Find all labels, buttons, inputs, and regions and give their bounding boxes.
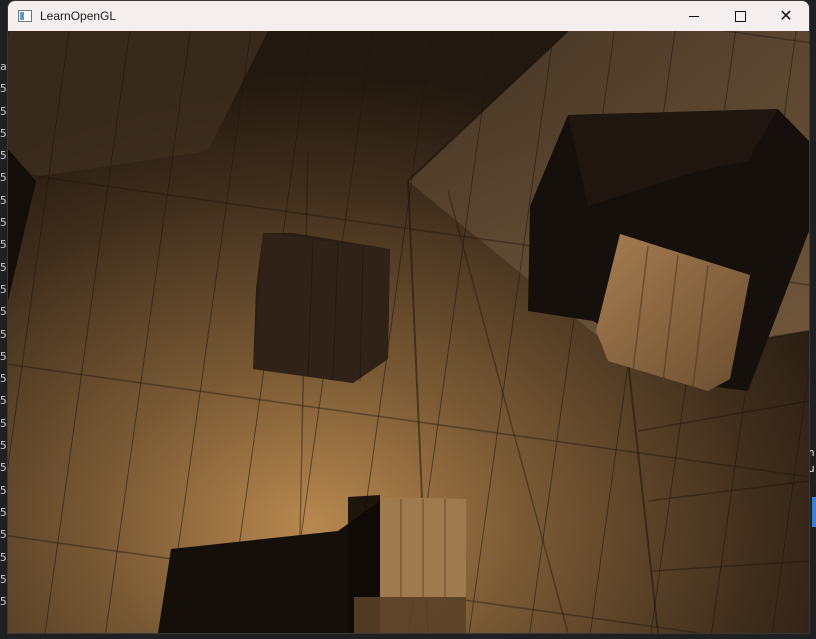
window-title: LearnOpenGL xyxy=(40,9,117,23)
maximize-button[interactable] xyxy=(717,1,763,31)
background-scroll-indicator xyxy=(812,497,816,527)
minimize-button[interactable] xyxy=(671,1,717,31)
title-bar[interactable]: LearnOpenGL ✕ xyxy=(8,1,809,31)
scene-render xyxy=(8,31,809,633)
minimize-icon xyxy=(689,15,699,17)
close-button[interactable]: ✕ xyxy=(763,1,809,31)
window-app-icon xyxy=(18,10,32,22)
render-viewport[interactable] xyxy=(8,31,809,633)
close-icon: ✕ xyxy=(779,6,793,25)
maximize-icon xyxy=(734,10,746,22)
opengl-window[interactable]: LearnOpenGL ✕ xyxy=(7,0,810,634)
window-controls: ✕ xyxy=(671,1,809,31)
